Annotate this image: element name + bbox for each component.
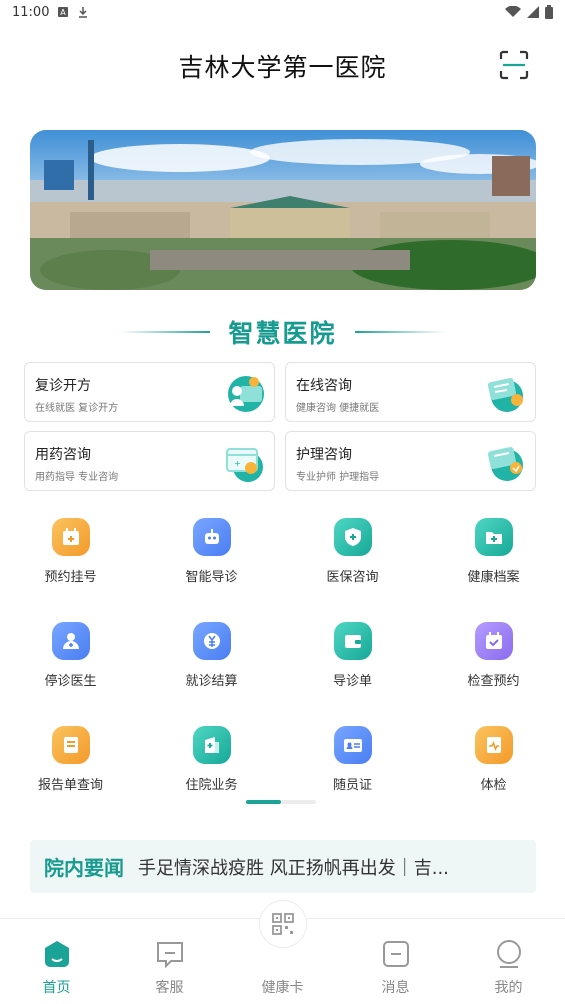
calendar-plus-icon	[51, 518, 90, 556]
notification-a-icon: A	[58, 7, 69, 17]
hospital-icon	[192, 726, 231, 764]
battery-icon	[545, 5, 553, 19]
tab-label: 消息	[381, 980, 410, 996]
grid-item-guide-sheet[interactable]: 导诊单	[282, 622, 423, 689]
profile-icon	[496, 940, 521, 968]
prescription-icon	[228, 376, 264, 412]
id-card-icon	[333, 726, 372, 764]
divider-left	[120, 331, 211, 333]
grid-item-settlement[interactable]: 就诊结算	[141, 622, 282, 689]
tab-messages[interactable]: 消息	[339, 919, 452, 1004]
grid-label: 体检	[480, 778, 507, 793]
folder-plus-icon	[474, 518, 513, 556]
grid-label: 随员证	[332, 778, 372, 793]
hospital-banner[interactable]	[30, 130, 536, 290]
grid-label: 智能导诊	[185, 570, 238, 585]
signal-icon	[527, 6, 539, 18]
grid-item-inpatient[interactable]: 住院业务	[141, 726, 282, 793]
wifi-icon	[505, 6, 521, 17]
card-medicine-consult[interactable]: 用药咨询 用药指导 专业咨询 +	[24, 431, 275, 491]
calendar-check-icon	[474, 622, 513, 660]
grid-label: 停诊医生	[44, 674, 97, 689]
grid-label: 报告单查询	[37, 778, 103, 793]
scan-icon[interactable]	[499, 50, 529, 80]
smart-hospital-heading: 智慧医院	[0, 312, 565, 352]
pager-dot[interactable]	[281, 800, 316, 804]
function-grid: 预约挂号 智能导诊 医保咨询 健康档案 停诊医生 就诊结算 导诊单 检查预约 报…	[0, 518, 565, 793]
status-time: 11:00	[12, 4, 50, 20]
tab-label: 首页	[42, 980, 71, 996]
shield-plus-icon	[333, 518, 372, 556]
hospital-news-bar[interactable]: 院内要闻 手足情深战疫胜 风正扬帆再出发｜吉...	[30, 840, 536, 893]
grid-item-report-query[interactable]: 报告单查询	[0, 726, 141, 793]
tab-label: 我的	[494, 980, 523, 996]
medicine-consult-icon: +	[226, 448, 263, 482]
tab-service[interactable]: 客服	[113, 919, 226, 1004]
svg-text:+: +	[234, 459, 241, 468]
grid-label: 健康档案	[467, 570, 520, 585]
nursing-consult-icon	[487, 447, 523, 481]
grid-label: 住院业务	[185, 778, 238, 793]
qr-code-icon	[272, 913, 294, 935]
card-nursing-consult[interactable]: 护理咨询 专业护师 护理指导	[285, 431, 536, 491]
tab-label: 健康卡	[261, 980, 304, 996]
grid-label: 预约挂号	[44, 570, 97, 585]
grid-item-health-record[interactable]: 健康档案	[423, 518, 564, 585]
grid-label: 医保咨询	[326, 570, 379, 585]
app-header: 吉林大学第一医院	[0, 40, 565, 92]
grid-item-escort-pass[interactable]: 随员证	[282, 726, 423, 793]
status-bar: 11:00 A	[0, 0, 565, 24]
grid-label: 检查预约	[467, 674, 520, 689]
doctor-icon	[51, 622, 90, 660]
news-tag: 院内要闻	[44, 856, 124, 880]
tab-home[interactable]: 首页	[0, 919, 113, 1004]
news-headline[interactable]: 手足情深战疫胜 风正扬帆再出发｜吉...	[138, 854, 449, 880]
grid-label: 导诊单	[332, 674, 372, 689]
grid-item-smart-guide[interactable]: 智能导诊	[141, 518, 282, 585]
download-icon	[79, 7, 88, 18]
grid-pager[interactable]	[246, 800, 316, 804]
grid-item-suspended-doctor[interactable]: 停诊医生	[0, 622, 141, 689]
divider-right	[354, 331, 445, 333]
health-card-qr-button[interactable]	[259, 900, 307, 948]
svg-text:A: A	[61, 8, 67, 17]
message-icon	[382, 941, 409, 967]
home-icon	[44, 941, 69, 967]
card-online-consult[interactable]: 在线咨询 健康咨询 便捷就医	[285, 362, 536, 422]
card-prescription[interactable]: 复诊开方 在线就医 复诊开方	[24, 362, 275, 422]
robot-icon	[192, 518, 231, 556]
yuan-icon	[192, 622, 231, 660]
online-consult-icon	[487, 378, 523, 412]
grid-label: 就诊结算	[185, 674, 238, 689]
hospital-photo	[30, 130, 536, 290]
health-check-icon	[474, 726, 513, 764]
chat-icon	[156, 942, 183, 969]
service-cards: 复诊开方 在线就医 复诊开方 在线咨询 健康咨询 便捷就医 用药咨询 用药指导 …	[24, 362, 536, 491]
grid-item-appointment[interactable]: 预约挂号	[0, 518, 141, 585]
grid-item-physical-exam[interactable]: 体检	[423, 726, 564, 793]
tab-profile[interactable]: 我的	[452, 919, 565, 1004]
report-icon	[51, 726, 90, 764]
wallet-icon	[333, 622, 372, 660]
pager-dot-active[interactable]	[246, 800, 281, 804]
tab-label: 客服	[155, 980, 184, 996]
grid-item-exam-booking[interactable]: 检查预约	[423, 622, 564, 689]
grid-item-insurance[interactable]: 医保咨询	[282, 518, 423, 585]
page-title: 吉林大学第一医院	[178, 53, 387, 82]
section-title: 智慧医院	[228, 319, 337, 348]
